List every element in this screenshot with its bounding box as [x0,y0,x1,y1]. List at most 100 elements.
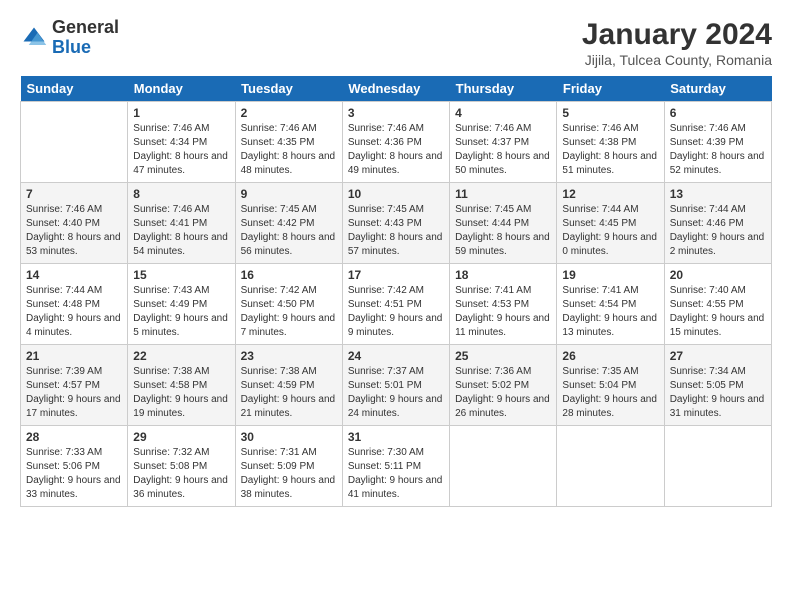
cell-info: Sunrise: 7:33 AMSunset: 5:06 PMDaylight:… [26,446,122,502]
logo-text: General Blue [52,18,119,58]
date-number: 13 [670,187,766,201]
cell-info: Sunrise: 7:46 AMSunset: 4:37 PMDaylight:… [455,122,551,178]
main-title: January 2024 [582,18,772,52]
cell-info: Sunrise: 7:40 AMSunset: 4:55 PMDaylight:… [670,284,766,340]
date-number: 28 [26,430,122,444]
col-header-sunday: Sunday [21,76,128,102]
cell-info: Sunrise: 7:30 AMSunset: 5:11 PMDaylight:… [348,446,444,502]
cell-2-2: 8 Sunrise: 7:46 AMSunset: 4:41 PMDaylight… [128,183,235,264]
logo-icon [20,24,48,52]
date-number: 2 [241,106,337,120]
cell-2-3: 9 Sunrise: 7:45 AMSunset: 4:42 PMDaylight… [235,183,342,264]
cell-1-2: 1 Sunrise: 7:46 AMSunset: 4:34 PMDaylight… [128,102,235,183]
cell-info: Sunrise: 7:41 AMSunset: 4:53 PMDaylight:… [455,284,551,340]
date-number: 26 [562,349,658,363]
col-header-wednesday: Wednesday [342,76,449,102]
cell-info: Sunrise: 7:41 AMSunset: 4:54 PMDaylight:… [562,284,658,340]
date-number: 14 [26,268,122,282]
date-number: 20 [670,268,766,282]
cell-4-7: 27 Sunrise: 7:34 AMSunset: 5:05 PMDayligh… [664,345,771,426]
date-number: 1 [133,106,229,120]
cell-5-5 [450,426,557,507]
col-header-saturday: Saturday [664,76,771,102]
date-number: 27 [670,349,766,363]
date-number: 31 [348,430,444,444]
date-number: 12 [562,187,658,201]
week-row-3: 14Sunrise: 7:44 AMSunset: 4:48 PMDayligh… [21,264,772,345]
date-number: 24 [348,349,444,363]
cell-3-5: 18 Sunrise: 7:41 AMSunset: 4:53 PMDayligh… [450,264,557,345]
cell-5-3: 30Sunrise: 7:31 AMSunset: 5:09 PMDayligh… [235,426,342,507]
date-number: 9 [241,187,337,201]
date-number: 3 [348,106,444,120]
cell-info: Sunrise: 7:42 AMSunset: 4:50 PMDaylight:… [241,284,337,340]
cell-1-7: 6Sunrise: 7:46 AMSunset: 4:39 PMDaylight… [664,102,771,183]
date-number: 5 [562,106,658,120]
cell-1-1 [21,102,128,183]
date-number: 21 [26,349,122,363]
calendar-table: SundayMondayTuesdayWednesdayThursdayFrid… [20,76,772,507]
col-header-tuesday: Tuesday [235,76,342,102]
cell-info: Sunrise: 7:38 AMSunset: 4:59 PMDaylight:… [241,365,337,421]
cell-5-2: 29 Sunrise: 7:32 AMSunset: 5:08 PMDayligh… [128,426,235,507]
cell-info: Sunrise: 7:31 AMSunset: 5:09 PMDaylight:… [241,446,337,502]
week-row-2: 7 Sunrise: 7:46 AMSunset: 4:40 PMDaylight… [21,183,772,264]
cell-2-5: 11Sunrise: 7:45 AMSunset: 4:44 PMDayligh… [450,183,557,264]
cell-1-4: 3Sunrise: 7:46 AMSunset: 4:36 PMDaylight… [342,102,449,183]
header: General Blue January 2024 Jijila, Tulcea… [20,18,772,68]
cell-3-1: 14Sunrise: 7:44 AMSunset: 4:48 PMDayligh… [21,264,128,345]
date-number: 7 [26,187,122,201]
cell-4-1: 21 Sunrise: 7:39 AMSunset: 4:57 PMDayligh… [21,345,128,426]
cell-info: Sunrise: 7:43 AMSunset: 4:49 PMDaylight:… [133,284,229,340]
cell-info: Sunrise: 7:46 AMSunset: 4:34 PMDaylight:… [133,122,229,178]
logo-general: General [52,18,119,38]
cell-info: Sunrise: 7:34 AMSunset: 5:05 PMDaylight:… [670,365,766,421]
cell-1-5: 4 Sunrise: 7:46 AMSunset: 4:37 PMDaylight… [450,102,557,183]
date-number: 18 [455,268,551,282]
col-header-friday: Friday [557,76,664,102]
col-header-monday: Monday [128,76,235,102]
date-number: 23 [241,349,337,363]
cell-info: Sunrise: 7:46 AMSunset: 4:38 PMDaylight:… [562,122,658,178]
date-number: 29 [133,430,229,444]
week-row-4: 21 Sunrise: 7:39 AMSunset: 4:57 PMDayligh… [21,345,772,426]
logo: General Blue [20,18,119,58]
cell-info: Sunrise: 7:32 AMSunset: 5:08 PMDaylight:… [133,446,229,502]
cell-info: Sunrise: 7:37 AMSunset: 5:01 PMDaylight:… [348,365,444,421]
cell-1-3: 2 Sunrise: 7:46 AMSunset: 4:35 PMDaylight… [235,102,342,183]
cell-info: Sunrise: 7:45 AMSunset: 4:43 PMDaylight:… [348,203,444,259]
date-number: 16 [241,268,337,282]
cell-info: Sunrise: 7:44 AMSunset: 4:46 PMDaylight:… [670,203,766,259]
cell-4-6: 26Sunrise: 7:35 AMSunset: 5:04 PMDayligh… [557,345,664,426]
cell-4-5: 25 Sunrise: 7:36 AMSunset: 5:02 PMDayligh… [450,345,557,426]
cell-2-7: 13 Sunrise: 7:44 AMSunset: 4:46 PMDayligh… [664,183,771,264]
cell-info: Sunrise: 7:45 AMSunset: 4:42 PMDaylight:… [241,203,337,259]
date-number: 22 [133,349,229,363]
cell-2-1: 7 Sunrise: 7:46 AMSunset: 4:40 PMDaylight… [21,183,128,264]
week-row-1: 1 Sunrise: 7:46 AMSunset: 4:34 PMDaylight… [21,102,772,183]
cell-3-4: 17 Sunrise: 7:42 AMSunset: 4:51 PMDayligh… [342,264,449,345]
cell-5-6 [557,426,664,507]
date-number: 8 [133,187,229,201]
cell-4-2: 22 Sunrise: 7:38 AMSunset: 4:58 PMDayligh… [128,345,235,426]
cell-info: Sunrise: 7:45 AMSunset: 4:44 PMDaylight:… [455,203,551,259]
date-number: 10 [348,187,444,201]
week-row-5: 28 Sunrise: 7:33 AMSunset: 5:06 PMDayligh… [21,426,772,507]
cell-3-2: 15Sunrise: 7:43 AMSunset: 4:49 PMDayligh… [128,264,235,345]
cell-info: Sunrise: 7:46 AMSunset: 4:41 PMDaylight:… [133,203,229,259]
date-number: 25 [455,349,551,363]
page: General Blue January 2024 Jijila, Tulcea… [0,0,792,612]
cell-info: Sunrise: 7:39 AMSunset: 4:57 PMDaylight:… [26,365,122,421]
cell-info: Sunrise: 7:46 AMSunset: 4:35 PMDaylight:… [241,122,337,178]
cell-info: Sunrise: 7:36 AMSunset: 5:02 PMDaylight:… [455,365,551,421]
cell-2-6: 12Sunrise: 7:44 AMSunset: 4:45 PMDayligh… [557,183,664,264]
cell-info: Sunrise: 7:38 AMSunset: 4:58 PMDaylight:… [133,365,229,421]
cell-info: Sunrise: 7:42 AMSunset: 4:51 PMDaylight:… [348,284,444,340]
date-number: 4 [455,106,551,120]
cell-3-6: 19Sunrise: 7:41 AMSunset: 4:54 PMDayligh… [557,264,664,345]
date-number: 17 [348,268,444,282]
date-number: 6 [670,106,766,120]
cell-info: Sunrise: 7:46 AMSunset: 4:40 PMDaylight:… [26,203,122,259]
cell-1-6: 5 Sunrise: 7:46 AMSunset: 4:38 PMDaylight… [557,102,664,183]
cell-2-4: 10 Sunrise: 7:45 AMSunset: 4:43 PMDayligh… [342,183,449,264]
